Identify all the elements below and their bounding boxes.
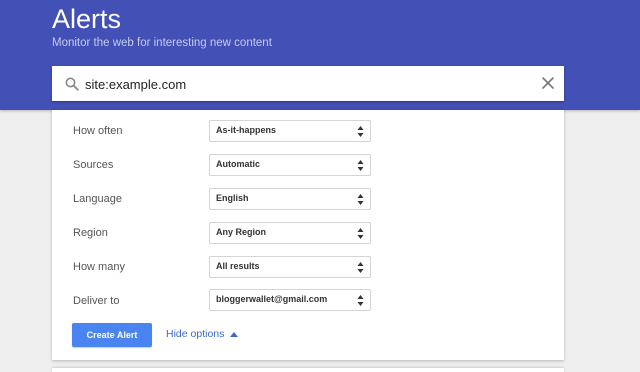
language-select[interactable]: English bbox=[209, 188, 371, 210]
next-card-edge bbox=[52, 368, 564, 372]
select-arrows-icon bbox=[357, 262, 364, 273]
header-bar: Alerts Monitor the web for interesting n… bbox=[0, 0, 640, 110]
region-select[interactable]: Any Region bbox=[209, 222, 371, 244]
sources-select[interactable]: Automatic bbox=[209, 154, 371, 176]
select-arrows-icon bbox=[357, 295, 364, 306]
search-box[interactable] bbox=[52, 66, 564, 101]
search-icon bbox=[65, 77, 79, 91]
deliver-to-value: bloggerwallet@gmail.com bbox=[216, 294, 328, 304]
search-input[interactable] bbox=[85, 74, 505, 94]
how-often-label: How often bbox=[73, 125, 123, 137]
caret-up-icon bbox=[230, 331, 239, 337]
sources-value: Automatic bbox=[216, 159, 261, 169]
how-many-label: How many bbox=[73, 261, 125, 273]
how-many-value: All results bbox=[216, 261, 260, 271]
how-many-select[interactable]: All results bbox=[209, 256, 371, 278]
select-arrows-icon bbox=[357, 228, 364, 239]
select-arrows-icon bbox=[357, 194, 364, 205]
region-value: Any Region bbox=[216, 227, 267, 237]
alert-options-card: How often As-it-happens Sources Automati… bbox=[52, 110, 564, 360]
deliver-to-label: Deliver to bbox=[73, 295, 120, 307]
select-arrows-icon bbox=[357, 160, 364, 171]
select-arrows-icon bbox=[357, 126, 364, 137]
how-often-value: As-it-happens bbox=[216, 125, 277, 135]
hide-options-label: Hide options bbox=[166, 328, 225, 340]
region-label: Region bbox=[73, 227, 108, 239]
language-label: Language bbox=[73, 193, 122, 205]
hide-options-link[interactable]: Hide options bbox=[166, 328, 239, 340]
close-icon[interactable] bbox=[540, 75, 556, 91]
language-value: English bbox=[216, 193, 249, 203]
page-subtitle: Monitor the web for interesting new cont… bbox=[52, 37, 272, 49]
sources-label: Sources bbox=[73, 159, 114, 171]
create-alert-button[interactable]: Create Alert bbox=[72, 323, 152, 347]
deliver-to-select[interactable]: bloggerwallet@gmail.com bbox=[209, 289, 371, 311]
page-title: Alerts bbox=[52, 4, 122, 34]
how-often-select[interactable]: As-it-happens bbox=[209, 120, 371, 142]
